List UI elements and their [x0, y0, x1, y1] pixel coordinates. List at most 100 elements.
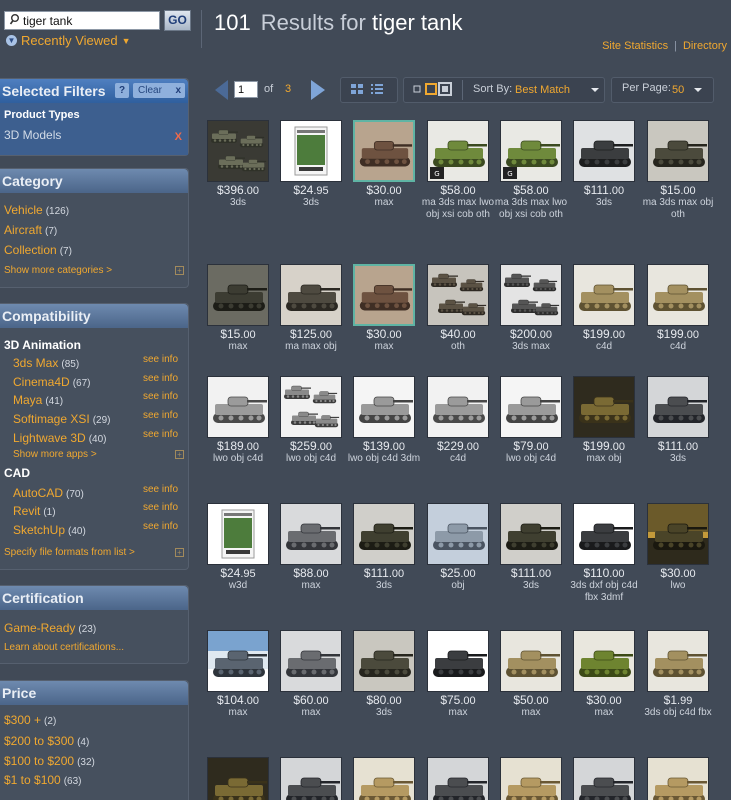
product-card[interactable]: [346, 757, 422, 800]
category-vehicle-link[interactable]: Vehicle (126): [4, 203, 69, 217]
directory-link[interactable]: Directory: [683, 40, 727, 52]
product-thumbnail[interactable]: [280, 503, 342, 565]
see-info-link[interactable]: see info: [143, 410, 178, 421]
product-card[interactable]: $199.00 c4d: [640, 264, 716, 353]
see-info-link[interactable]: see info: [143, 484, 178, 495]
product-thumbnail[interactable]: [500, 630, 562, 692]
product-thumbnail[interactable]: [280, 264, 342, 326]
see-info-link[interactable]: see info: [143, 391, 178, 402]
product-thumbnail[interactable]: [353, 503, 415, 565]
product-card[interactable]: $24.95 3ds: [273, 120, 349, 209]
product-card[interactable]: $30.00 max: [346, 264, 422, 353]
product-card[interactable]: $111.00 3ds: [640, 376, 716, 465]
product-thumbnail[interactable]: [573, 630, 635, 692]
show-more-categories-link[interactable]: Show more categories >: [4, 265, 112, 276]
product-card[interactable]: [566, 757, 642, 800]
product-card[interactable]: G $58.00 ma 3ds max lwo obj xsi cob oth: [420, 120, 496, 221]
price-200-300-link[interactable]: $200 to $300 (4): [4, 734, 89, 748]
product-thumbnail[interactable]: [500, 503, 562, 565]
product-thumbnail[interactable]: [353, 264, 415, 326]
see-info-link[interactable]: see info: [143, 429, 178, 440]
product-thumbnail[interactable]: [353, 630, 415, 692]
product-thumbnail[interactable]: [647, 757, 709, 800]
product-card[interactable]: $15.00 max: [200, 264, 276, 353]
product-card[interactable]: $30.00 max: [566, 630, 642, 719]
product-thumbnail[interactable]: [573, 757, 635, 800]
product-card[interactable]: [493, 757, 569, 800]
product-thumbnail[interactable]: [647, 264, 709, 326]
product-thumbnail[interactable]: [573, 503, 635, 565]
remove-filter-button[interactable]: X: [175, 131, 182, 143]
product-card[interactable]: $259.00 lwo obj c4d: [273, 376, 349, 465]
product-thumbnail[interactable]: [353, 757, 415, 800]
product-card[interactable]: $229.00 c4d: [420, 376, 496, 465]
product-card[interactable]: $110.00 3ds dxf obj c4d fbx 3dmf: [566, 503, 642, 604]
app-lightwave-link[interactable]: Lightwave 3D (40): [13, 431, 107, 445]
per-page-dropdown[interactable]: 50: [672, 84, 684, 96]
see-info-link[interactable]: see info: [143, 521, 178, 532]
total-pages-link[interactable]: 3: [285, 83, 291, 95]
product-thumbnail[interactable]: [280, 757, 342, 800]
product-card[interactable]: $24.95 w3d: [200, 503, 276, 592]
list-view-icon[interactable]: [370, 82, 384, 96]
recently-viewed-dropdown[interactable]: ▼ Recently Viewed ▼: [6, 33, 131, 48]
page-number-input[interactable]: [234, 81, 258, 98]
large-thumb-icon[interactable]: [438, 82, 452, 96]
product-thumbnail[interactable]: [207, 757, 269, 800]
next-page-arrow-icon[interactable]: [311, 80, 325, 100]
product-card[interactable]: $15.00 ma 3ds max obj oth: [640, 120, 716, 221]
product-thumbnail[interactable]: [207, 264, 269, 326]
price-1-100-link[interactable]: $1 to $100 (63): [4, 773, 82, 787]
app-sketchup-link[interactable]: SketchUp (40): [13, 523, 86, 537]
learn-certifications-link[interactable]: Learn about certifications...: [4, 642, 124, 653]
product-thumbnail[interactable]: [647, 376, 709, 438]
product-card[interactable]: $111.00 3ds: [493, 503, 569, 592]
product-thumbnail[interactable]: G: [500, 120, 562, 182]
product-thumbnail[interactable]: [353, 120, 415, 182]
see-info-link[interactable]: see info: [143, 502, 178, 513]
product-card[interactable]: $111.00 3ds: [566, 120, 642, 209]
app-softimage-link[interactable]: Softimage XSI (29): [13, 412, 111, 426]
product-thumbnail[interactable]: [427, 630, 489, 692]
product-thumbnail[interactable]: [427, 376, 489, 438]
product-thumbnail[interactable]: [207, 120, 269, 182]
product-card[interactable]: $396.00 3ds: [200, 120, 276, 209]
product-card[interactable]: $111.00 3ds: [346, 503, 422, 592]
product-card[interactable]: $50.00 max: [493, 630, 569, 719]
product-card[interactable]: $199.00 max obj: [566, 376, 642, 465]
product-card[interactable]: $25.00 obj: [420, 503, 496, 592]
chevron-down-icon[interactable]: [591, 88, 599, 92]
product-thumbnail[interactable]: [207, 503, 269, 565]
app-revit-link[interactable]: Revit (1): [13, 504, 56, 518]
product-thumbnail[interactable]: [280, 120, 342, 182]
product-card[interactable]: $88.00 max: [273, 503, 349, 592]
expand-icon[interactable]: +: [175, 266, 184, 275]
product-card[interactable]: $1.99 3ds obj c4d fbx: [640, 630, 716, 719]
product-card[interactable]: [420, 757, 496, 800]
product-thumbnail[interactable]: [573, 120, 635, 182]
product-thumbnail[interactable]: [500, 376, 562, 438]
small-thumb-icon[interactable]: [410, 82, 424, 96]
product-card[interactable]: $30.00 lwo: [640, 503, 716, 592]
product-thumbnail[interactable]: [207, 376, 269, 438]
product-thumbnail[interactable]: [647, 503, 709, 565]
see-info-link[interactable]: see info: [143, 354, 178, 365]
category-aircraft-link[interactable]: Aircraft (7): [4, 223, 57, 237]
product-card[interactable]: $104.00 max: [200, 630, 276, 719]
specify-formats-link[interactable]: Specify file formats from list >: [4, 547, 135, 558]
product-card[interactable]: $80.00 3ds: [346, 630, 422, 719]
help-button[interactable]: ?: [115, 83, 129, 98]
product-thumbnail[interactable]: [647, 630, 709, 692]
chevron-down-icon[interactable]: [694, 88, 702, 92]
product-thumbnail[interactable]: [353, 376, 415, 438]
product-card[interactable]: [200, 757, 276, 800]
product-card[interactable]: [640, 757, 716, 800]
search-input[interactable]: [4, 11, 160, 30]
product-card[interactable]: [273, 757, 349, 800]
product-card[interactable]: $75.00 max: [420, 630, 496, 719]
grid-view-icon[interactable]: [350, 82, 364, 96]
sort-by-dropdown[interactable]: Best Match: [515, 84, 570, 96]
product-card[interactable]: $60.00 max: [273, 630, 349, 719]
site-statistics-link[interactable]: Site Statistics: [602, 40, 668, 52]
product-card[interactable]: $125.00 ma max obj: [273, 264, 349, 353]
